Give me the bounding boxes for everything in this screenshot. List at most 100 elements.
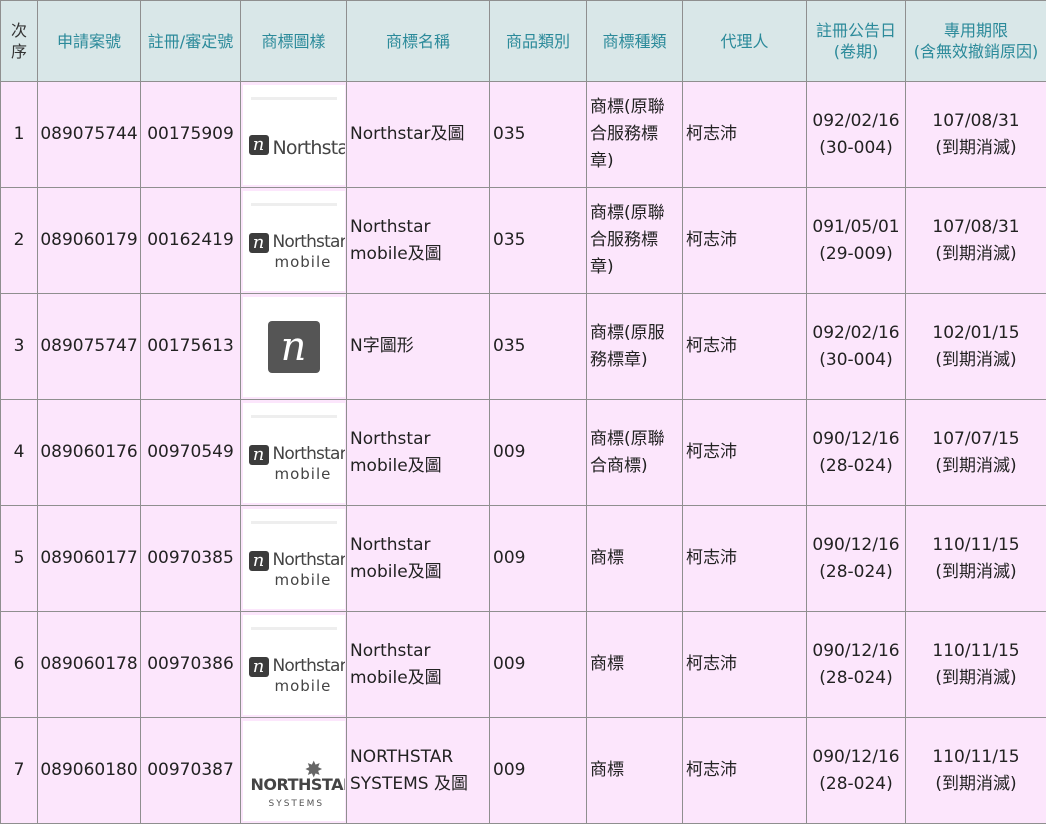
kind-line-1: 商標 — [590, 548, 624, 568]
term-date: 107/07/15 — [932, 428, 1020, 449]
pub-issue: (30-004) — [819, 349, 893, 370]
table-row: 7 089060180 00970387 ✸ NORTHSTAR SYSTEMS NORTH… — [0, 717, 1046, 824]
name-line-1: N字圖形 — [350, 336, 414, 356]
pub-issue: (28-024) — [819, 561, 893, 582]
trademark-logo: n Northstar mobile — [242, 402, 345, 503]
cell-agent: 柯志沛 — [682, 81, 807, 188]
kind-line-3: 章) — [590, 257, 614, 277]
kind-line-1: 商標(原聯 — [590, 97, 665, 117]
kind-line-1: 商標(原聯 — [590, 428, 665, 449]
scan-artifact — [250, 414, 337, 418]
pub-date: 090/12/16 — [812, 428, 900, 449]
pub-date: 090/12/16 — [812, 640, 900, 661]
header-image: 商標圖樣 — [240, 0, 347, 82]
cell-pub-date: 090/12/16 (28-024) — [806, 611, 906, 718]
name-line-2: mobile及圖 — [350, 455, 442, 476]
cell-seq: 2 — [0, 187, 38, 294]
cell-app-no: 089060180 — [37, 717, 141, 824]
cell-pub-date: 091/05/01 (29-009) — [806, 187, 906, 294]
term-note: (到期消滅) — [935, 243, 1017, 264]
name-line-1: Northstar及圖 — [350, 124, 465, 144]
cell-image: n Northstar mobile — [240, 187, 347, 294]
term-note: (到期消滅) — [935, 455, 1017, 476]
pub-issue: (28-024) — [819, 455, 893, 476]
cell-class: 009 — [489, 399, 587, 506]
cell-kind: 商標(原服 務標章) — [586, 293, 683, 400]
cell-pub-date: 090/12/16 (28-024) — [806, 505, 906, 612]
cell-term: 107/08/31 (到期消滅) — [905, 81, 1046, 188]
pub-date: 092/02/16 — [812, 322, 900, 343]
cell-name: Northstar mobile及圖 — [346, 611, 490, 718]
pub-issue: (29-009) — [819, 243, 893, 264]
cell-pub-date: 090/12/16 (28-024) — [806, 717, 906, 824]
n-monogram-icon: n — [267, 320, 320, 373]
cell-pub-date: 092/02/16 (30-004) — [806, 293, 906, 400]
pub-issue: (28-024) — [819, 773, 893, 794]
term-date: 110/11/15 — [932, 640, 1020, 661]
table-row: 4 089060176 00970549 n Northstar mobile Norths… — [0, 399, 1046, 506]
cell-seq: 7 — [0, 717, 38, 824]
name-line-1: NORTHSTAR — [350, 746, 454, 767]
kind-line-2: 務標章) — [590, 349, 648, 370]
pub-date: 092/02/16 — [812, 110, 900, 131]
n-monogram-icon: n — [248, 134, 269, 155]
header-kind: 商標種類 — [586, 0, 683, 82]
term-date: 110/11/15 — [932, 746, 1020, 767]
cell-kind: 商標 — [586, 505, 683, 612]
cell-reg-no: 00970386 — [140, 611, 241, 718]
n-monogram-icon: n — [248, 232, 269, 253]
trademark-logo: n — [242, 296, 345, 397]
table-row: 6 089060178 00970386 n Northstar mobile Norths… — [0, 611, 1046, 718]
cell-term: 102/01/15 (到期消滅) — [905, 293, 1046, 400]
name-line-2: mobile及圖 — [350, 667, 442, 688]
trademark-logo: n Northstar mobile — [242, 614, 345, 715]
scan-artifact — [250, 520, 337, 524]
cell-term: 107/08/31 (到期消滅) — [905, 187, 1046, 294]
cell-kind: 商標 — [586, 611, 683, 718]
n-monogram-icon: n — [248, 656, 269, 677]
kind-line-1: 商標 — [590, 760, 624, 780]
header-seq: 次序 — [0, 0, 38, 82]
kind-line-2: 合服務標 — [590, 230, 658, 250]
trademark-logo: n Northstar mobile — [242, 508, 345, 609]
cell-name: Northstar mobile及圖 — [346, 187, 490, 294]
cell-app-no: 089075744 — [37, 81, 141, 188]
cell-agent: 柯志沛 — [682, 505, 807, 612]
cell-reg-no: 00162419 — [140, 187, 241, 294]
cell-name: Northstar mobile及圖 — [346, 399, 490, 506]
term-date: 102/01/15 — [932, 322, 1020, 343]
header-name: 商標名稱 — [346, 0, 490, 82]
name-line-2: SYSTEMS 及圖 — [350, 773, 468, 794]
kind-line-2: 合商標) — [590, 455, 648, 476]
trademark-logo: nNorthstar — [242, 84, 345, 185]
cell-class: 009 — [489, 611, 587, 718]
kind-line-2: 合服務標 — [590, 124, 658, 144]
header-class: 商品類別 — [489, 0, 587, 82]
cell-reg-no: 00970387 — [140, 717, 241, 824]
cell-class: 009 — [489, 505, 587, 612]
name-line-1: Northstar — [350, 216, 431, 237]
cell-class: 035 — [489, 293, 587, 400]
cell-term: 110/11/15 (到期消滅) — [905, 611, 1046, 718]
term-date: 107/08/31 — [932, 110, 1020, 131]
term-note: (到期消滅) — [935, 561, 1017, 582]
table-row: 5 089060177 00970385 n Northstar mobile Norths… — [0, 505, 1046, 612]
cell-class: 035 — [489, 81, 587, 188]
cell-app-no: 089060179 — [37, 187, 141, 294]
cell-kind: 商標(原聯合商標) — [586, 399, 683, 506]
cell-seq: 3 — [0, 293, 38, 400]
cell-reg-no: 00175909 — [140, 81, 241, 188]
name-line-2: mobile及圖 — [350, 561, 442, 582]
pub-date: 090/12/16 — [812, 534, 900, 555]
kind-line-1: 商標(原聯 — [590, 203, 665, 223]
cell-pub-date: 090/12/16 (28-024) — [806, 399, 906, 506]
cell-app-no: 089060177 — [37, 505, 141, 612]
logo-subtext: mobile — [274, 676, 332, 695]
cell-name: Northstar及圖 — [346, 81, 490, 188]
cell-agent: 柯志沛 — [682, 293, 807, 400]
cell-seq: 1 — [0, 81, 38, 188]
term-note: (到期消滅) — [935, 667, 1017, 688]
cell-reg-no: 00970549 — [140, 399, 241, 506]
table-row: 2 089060179 00162419 n Northstar mobile Norths… — [0, 187, 1046, 294]
cell-reg-no: 00175613 — [140, 293, 241, 400]
